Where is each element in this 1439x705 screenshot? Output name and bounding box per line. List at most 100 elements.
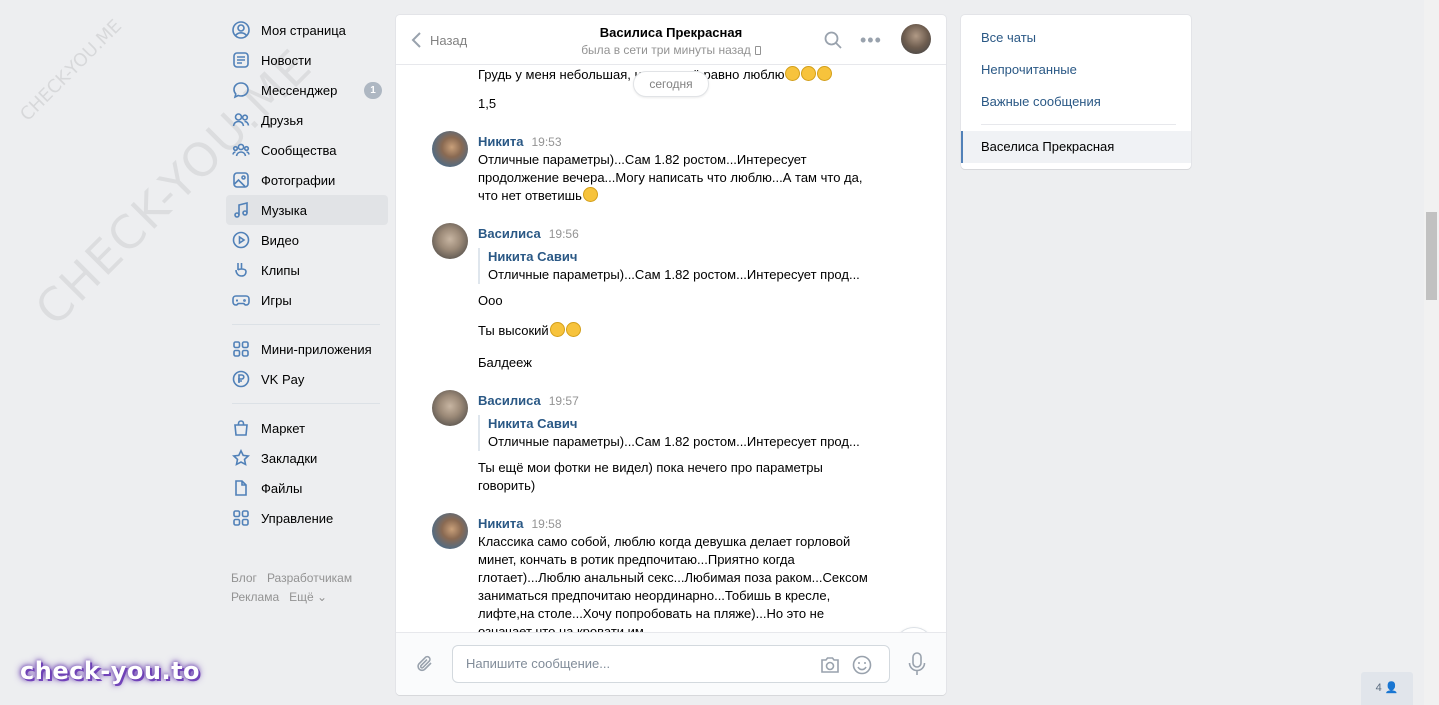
message-input[interactable]: [466, 656, 796, 671]
nav-label: Клипы: [261, 262, 300, 278]
last-seen-text: была в сети три минуты назад: [581, 43, 751, 57]
nav-item-files[interactable]: Файлы: [226, 473, 388, 503]
video-icon: [232, 231, 250, 249]
paperclip-icon[interactable]: [414, 653, 436, 675]
nav-label: Музыка: [261, 202, 307, 218]
reply-quote[interactable]: Никита Савич Отличные параметры)...Сам 1…: [478, 248, 868, 284]
nav-item-news[interactable]: Новости: [226, 45, 388, 75]
nav-label: Друзья: [261, 112, 304, 128]
online-friends-counter[interactable]: 4 👤: [1361, 672, 1413, 705]
smile-icon[interactable]: [852, 655, 872, 675]
page-scrollbar[interactable]: [1424, 0, 1439, 705]
message-text-content: Грудь у меня небольшая, но мне всё равно…: [478, 67, 785, 82]
reply-quote[interactable]: Никита Савич Отличные параметры)...Сам 1…: [478, 415, 868, 451]
camera-icon[interactable]: [819, 655, 841, 675]
nav-item-market[interactable]: Маркет: [226, 413, 388, 443]
footer-link-ads[interactable]: Реклама: [231, 590, 279, 604]
nav-item-mini-apps[interactable]: Мини-приложения: [226, 334, 388, 364]
nav-label: Управление: [261, 510, 334, 526]
filter-all-chats[interactable]: Все чаты: [981, 30, 1036, 45]
upside-down-emoji-icon: [565, 322, 581, 337]
communities-icon: [232, 141, 250, 159]
photo-icon: [232, 171, 250, 189]
nav-item-bookmarks[interactable]: Закладки: [226, 443, 388, 473]
message-text: 1,5: [478, 96, 497, 111]
nav-label: Новости: [261, 52, 312, 68]
message-text: Ты ещё мои фотки не видел) пока нечего п…: [478, 460, 823, 493]
message-text: Ооо: [478, 293, 503, 308]
nav-item-friends[interactable]: Друзья: [226, 105, 388, 135]
message-time: 19:58: [531, 517, 562, 531]
unread-badge: 1: [364, 82, 382, 99]
chat-filters-panel: Все чаты Непрочитанные Важные сообщения …: [961, 15, 1191, 169]
nav-item-music[interactable]: Музыка: [226, 195, 388, 225]
message-author: Никита 19:58: [478, 516, 562, 531]
quote-text: Отличные параметры)...Сам 1.82 ростом...…: [488, 434, 860, 449]
nav-item-communities[interactable]: Сообщества: [226, 135, 388, 165]
message-time: 19:56: [548, 227, 579, 241]
nav-item-clips[interactable]: Клипы: [226, 255, 388, 285]
avatar[interactable]: [901, 24, 931, 54]
file-icon: [232, 479, 250, 497]
nav-label: Фотографии: [261, 172, 336, 188]
author-name[interactable]: Никита: [478, 516, 523, 531]
friends-icon: [232, 111, 250, 129]
message-author: Василиса 19:56: [478, 226, 579, 241]
message-author: Василиса 19:57: [478, 393, 579, 408]
message-history[interactable]: Грудь у меня небольшая, но мне всё равно…: [396, 66, 946, 632]
news-icon: [232, 51, 250, 69]
message-composer: [396, 632, 946, 695]
message-text-content: Отличные параметры)...Сам 1.82 ростом...…: [478, 152, 863, 203]
wink-tongue-emoji-icon: [549, 322, 565, 337]
avatar[interactable]: [432, 513, 468, 549]
wink-tongue-emoji-icon: [817, 66, 833, 81]
filter-important[interactable]: Важные сообщения: [981, 94, 1101, 109]
search-icon[interactable]: [824, 31, 842, 49]
more-icon[interactable]: •••: [860, 30, 882, 50]
footer-link-more[interactable]: Ещё ⌄: [289, 590, 327, 604]
watermark-small: CHECK-YOU.ME: [16, 15, 127, 126]
message-time: 19:53: [531, 135, 562, 149]
grin-emoji-icon: [801, 66, 817, 81]
star-icon: [232, 449, 250, 467]
chat-panel: Назад Василиса Прекрасная была в сети тр…: [396, 15, 946, 695]
scrollbar-thumb[interactable]: [1426, 212, 1437, 300]
avatar[interactable]: [432, 390, 468, 426]
nav-item-manage[interactable]: Управление: [226, 503, 388, 533]
nav-divider: [232, 403, 380, 404]
nav-item-my-page[interactable]: Моя страница: [226, 15, 388, 45]
avatar[interactable]: [432, 223, 468, 259]
footer-link-blog[interactable]: Блог: [231, 571, 257, 585]
gamepad-icon: [232, 291, 250, 309]
nav-item-photos[interactable]: Фотографии: [226, 165, 388, 195]
message-time: 19:57: [548, 394, 579, 408]
message-input-box: [452, 645, 890, 683]
message-text-content: Ты высокий: [478, 323, 549, 338]
left-navigation: Моя страница Новости Мессенджер 1 Друзья…: [226, 15, 388, 607]
nav-item-vk-pay[interactable]: VK Pay: [226, 364, 388, 394]
nav-item-messenger[interactable]: Мессенджер 1: [226, 75, 388, 105]
author-name[interactable]: Никита: [478, 134, 523, 149]
flushed-emoji-icon: [582, 187, 598, 202]
active-chat-item[interactable]: Васелиса Прекрасная: [961, 131, 1191, 163]
author-name[interactable]: Василиса: [478, 393, 541, 408]
quote-author: Никита Савич: [488, 249, 578, 264]
message-text: Балдееж: [478, 355, 532, 370]
nav-label: Закладки: [261, 450, 318, 466]
microphone-icon[interactable]: [906, 651, 928, 677]
message-text: Ты высокий: [478, 322, 868, 340]
filter-unread[interactable]: Непрочитанные: [981, 62, 1077, 77]
nav-label: Файлы: [261, 480, 303, 496]
mobile-icon: [754, 46, 761, 55]
nav-label: Видео: [261, 232, 299, 248]
footer-link-developers[interactable]: Разработчикам: [267, 571, 352, 585]
author-name[interactable]: Василиса: [478, 226, 541, 241]
nav-item-games[interactable]: Игры: [226, 285, 388, 315]
divider: [981, 124, 1176, 125]
music-icon: [232, 201, 250, 219]
nav-label: Игры: [261, 292, 292, 308]
quote-text: Отличные параметры)...Сам 1.82 ростом...…: [488, 267, 860, 282]
chat-header: Назад Василиса Прекрасная была в сети тр…: [396, 15, 946, 65]
nav-item-video[interactable]: Видео: [226, 225, 388, 255]
avatar[interactable]: [432, 131, 468, 167]
